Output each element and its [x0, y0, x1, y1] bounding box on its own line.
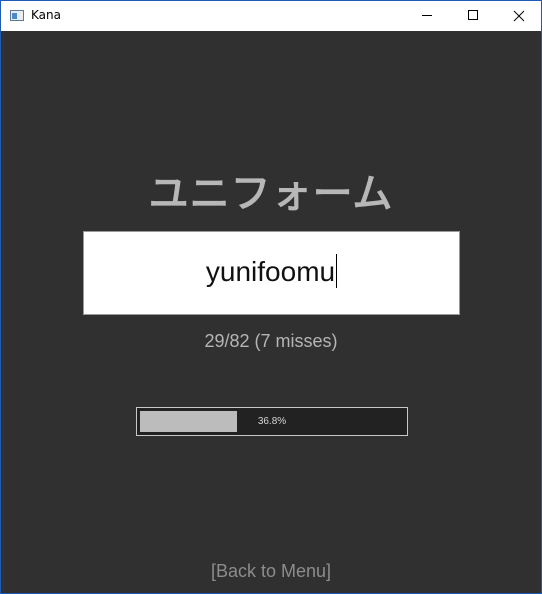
window-title: Kana: [31, 8, 61, 22]
close-button[interactable]: [496, 1, 541, 31]
back-to-menu-link[interactable]: [Back to Menu]: [1, 561, 541, 582]
kana-prompt: ユニフォーム: [148, 171, 394, 217]
title-bar[interactable]: Kana: [1, 1, 541, 31]
answer-input-value: yunifoomu: [205, 254, 338, 289]
answer-input[interactable]: yunifoomu: [83, 231, 460, 315]
close-icon: [513, 10, 525, 22]
minimize-button[interactable]: [404, 1, 450, 31]
progress-bar-label: 36.8%: [257, 416, 287, 427]
text-caret: [336, 254, 338, 289]
maximize-button[interactable]: [450, 1, 496, 31]
app-window-icon: [10, 10, 24, 21]
progress-bar: 36.8%: [136, 407, 408, 436]
app-window: Kana ユニフォーム yunifoomu 29/82 (7 misses) 3…: [0, 0, 542, 594]
score-text: 29/82 (7 misses): [204, 331, 338, 351]
